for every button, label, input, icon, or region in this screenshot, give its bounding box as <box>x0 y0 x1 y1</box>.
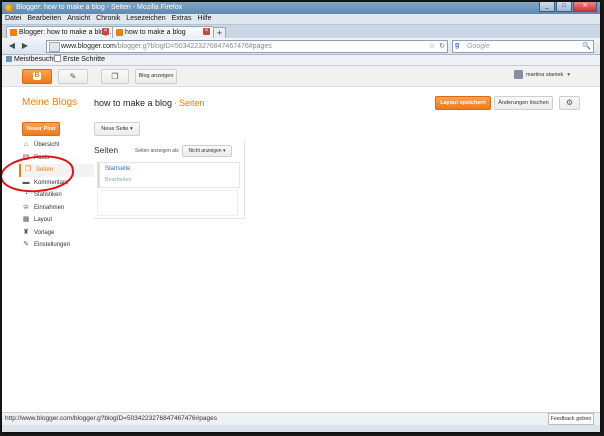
site-identity-icon[interactable] <box>49 42 60 52</box>
save-layout-button[interactable]: Layout speichern <box>435 96 491 110</box>
panel-title: Seiten <box>94 145 119 155</box>
new-post-pencil-button[interactable]: ✎ <box>58 69 88 84</box>
page-header: Meine Blogs how to make a blog · Seiten La… <box>2 87 600 117</box>
show-pages-as-label: Seiten anzeigen als <box>135 148 179 154</box>
sidebar-item-overview[interactable]: ⌂ Übersicht <box>22 139 90 152</box>
menu-bearbeiten[interactable]: Bearbeiten <box>24 14 64 24</box>
bookmarks-toolbar: Meistbesucht Erste Schritte <box>2 55 600 66</box>
view-blog-button[interactable]: Blog anzeigen <box>135 69 177 84</box>
blogger-top-bar: B ✎ ❐ Blog anzeigen martina staniek ▼ <box>2 66 600 87</box>
new-tab-button[interactable]: + <box>213 27 226 38</box>
show-pages-as-select[interactable]: Nicht anzeigen ▾ <box>182 145 232 157</box>
discard-changes-button[interactable]: Änderungen löschen <box>494 96 553 110</box>
comment-icon: ▬ <box>22 178 30 186</box>
pages-panel-header: Seiten Seiten anzeigen als Nicht anzeige… <box>94 143 244 157</box>
blogger-favicon-icon <box>116 29 123 36</box>
search-icon[interactable]: 🔍 <box>582 41 591 52</box>
blogger-logo-icon: B <box>33 72 41 80</box>
window-bottom-edge <box>2 425 600 432</box>
menu-datei[interactable]: Datei <box>2 14 24 24</box>
navigation-toolbar: ◀ ▶ www.blogger.com/blogger.g?blogID=503… <box>2 38 600 55</box>
back-button[interactable]: ◀ <box>6 40 18 51</box>
wrench-icon: ✎ <box>23 241 29 248</box>
bookmark-folder-icon <box>6 56 12 62</box>
sidebar-item-pages[interactable]: ❐ Seiten <box>19 164 94 177</box>
user-menu[interactable]: martina staniek ▼ <box>514 70 571 81</box>
pie-chart-icon: ◔ <box>23 191 29 198</box>
google-engine-icon[interactable]: g <box>455 42 464 50</box>
pages-icon: ❐ <box>111 72 119 81</box>
menu-extras[interactable]: Extras <box>169 14 195 24</box>
pencil-icon: ✎ <box>69 72 77 81</box>
forward-button[interactable]: ▶ <box>20 40 30 51</box>
status-bar: http://www.blogger.com/blogger.g?blogID=… <box>2 412 600 425</box>
chevron-down-icon: ▼ <box>566 71 572 78</box>
bookmark-star-icon[interactable]: ☆ <box>429 41 435 52</box>
sidebar-item-template[interactable]: ♜ Vorlage <box>22 227 90 240</box>
sidebar-item-settings[interactable]: ✎ Einstellungen <box>22 239 90 252</box>
pages-icon: ❐ <box>24 166 32 173</box>
search-placeholder: Google <box>467 43 490 50</box>
blog-name: how to make a blog <box>94 98 173 108</box>
menu-bar: Datei Bearbeiten Ansicht Chronik Lesezei… <box>2 14 600 25</box>
new-post-button[interactable]: Neuer Post <box>22 122 60 136</box>
home-icon: ⌂ <box>23 141 29 148</box>
maximize-button[interactable]: □ <box>556 2 572 12</box>
menu-chronik[interactable]: Chronik <box>93 14 123 24</box>
blogger-dashboard: B ✎ ❐ Blog anzeigen martina staniek ▼ Mei… <box>2 66 600 412</box>
bookmark-erste-schritte[interactable]: Erste Schritte <box>54 55 105 65</box>
page-icon <box>54 55 61 62</box>
close-tab-icon[interactable]: × <box>203 28 210 35</box>
page-title: how to make a blog · Seiten <box>94 98 205 108</box>
window-controls: _ □ ✕ <box>538 2 597 12</box>
trophy-icon: ♔ <box>22 203 30 211</box>
url-bar[interactable]: www.blogger.com/blogger.g?blogID=5034223… <box>46 40 448 53</box>
tab-label: how to make a blog <box>125 29 186 36</box>
sidebar-item-earnings[interactable]: ♔ Einnahmen <box>22 202 90 215</box>
window-title: Blogger: how to make a blog - Seiten - M… <box>16 4 183 11</box>
close-window-button[interactable]: ✕ <box>573 2 597 12</box>
menu-hilfe[interactable]: Hilfe <box>194 14 214 24</box>
empty-list-slot <box>97 190 238 216</box>
sidebar-item-stats[interactable]: ◔ Statistiken <box>22 189 90 202</box>
template-icon: ♜ <box>22 228 30 236</box>
tab-label: Blogger: how to make a blog... <box>19 29 114 36</box>
user-name: martina staniek <box>526 71 564 78</box>
section-name: Seiten <box>179 98 205 108</box>
pages-overview-button[interactable]: ❐ <box>101 69 129 84</box>
sidebar-item-posts[interactable]: ▤ Posts <box>22 152 90 165</box>
new-page-button[interactable]: Neue Seite ▾ <box>94 122 140 136</box>
tab-strip: Blogger: how to make a blog... × how to … <box>2 25 600 39</box>
bookmark-meistbesucht[interactable]: Meistbesucht <box>6 55 55 65</box>
firefox-icon <box>5 4 13 12</box>
my-blogs-link[interactable]: Meine Blogs <box>22 97 77 108</box>
url-text: www.blogger.com/blogger.g?blogID=5034223… <box>61 43 272 50</box>
menu-lesezeichen[interactable]: Lesezeichen <box>123 14 168 24</box>
sidebar-item-comments[interactable]: ▬ Kommentare <box>22 177 90 190</box>
layout-icon: ▦ <box>22 216 30 223</box>
title-bar: Blogger: how to make a blog - Seiten - M… <box>2 2 600 14</box>
pages-panel: Seiten Seiten anzeigen als Nicht anzeige… <box>94 140 245 219</box>
sidebar-nav: ⌂ Übersicht ▤ Posts ❐ Seiten ▬ Kommentare ◔ S… <box>19 139 94 252</box>
list-item[interactable]: Startseite Bearbeiten <box>97 162 240 188</box>
edit-page-link[interactable]: Bearbeiten <box>105 177 132 183</box>
page-item-title[interactable]: Startseite <box>105 166 130 172</box>
blogger-favicon-icon <box>10 29 17 36</box>
blogger-home-button[interactable]: B <box>22 69 52 84</box>
status-url: http://www.blogger.com/blogger.g?blogID=… <box>5 415 217 422</box>
search-input[interactable]: g Google 🔍 <box>452 40 594 53</box>
close-tab-icon[interactable]: × <box>102 28 109 35</box>
minimize-button[interactable]: _ <box>539 2 555 12</box>
reload-icon[interactable]: ↻ <box>439 41 445 52</box>
title-separator: · <box>174 98 178 108</box>
feedback-button[interactable]: Feedback geben <box>548 413 594 425</box>
avatar <box>514 70 523 79</box>
posts-icon: ▤ <box>22 153 30 161</box>
menu-ansicht[interactable]: Ansicht <box>64 14 93 24</box>
sidebar-item-layout[interactable]: ▦ Layout <box>22 214 90 227</box>
gear-icon[interactable]: ⚙ <box>559 96 580 110</box>
browser-window: Blogger: how to make a blog - Seiten - M… <box>2 2 600 432</box>
